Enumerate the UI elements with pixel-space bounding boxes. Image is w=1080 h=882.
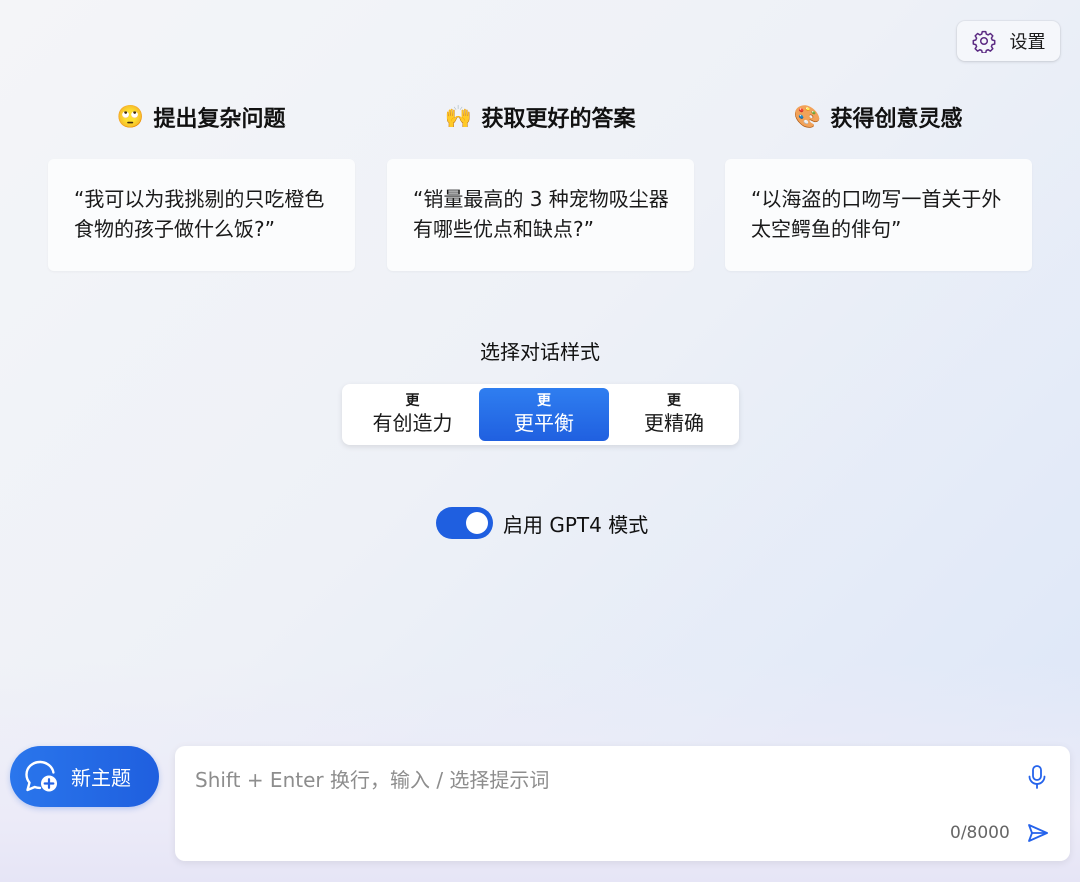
style-option-precise[interactable]: 更 更精确 <box>609 388 739 441</box>
settings-button[interactable]: 设置 <box>957 21 1060 61</box>
conversation-style-heading: 选择对话样式 <box>480 340 600 364</box>
conversation-style-selector: 更 有创造力 更 更平衡 更 更精确 <box>342 384 739 445</box>
char-count: 0/8000 <box>950 823 1010 843</box>
style-option-prefix: 更 <box>537 393 551 409</box>
style-option-prefix: 更 <box>667 393 681 409</box>
chat-add-icon <box>23 758 61 796</box>
prompt-card-pet-vacuum[interactable]: “销量最高的 3 种宠物吸尘器有哪些优点和缺点?” <box>387 159 694 271</box>
gpt4-mode-label: 启用 GPT4 模式 <box>503 512 649 537</box>
gpt4-mode-row: 启用 GPT4 模式 <box>436 507 648 539</box>
toggle-knob <box>466 512 488 534</box>
feature-title-complex-questions: 🙄 提出复杂问题 <box>48 100 355 134</box>
new-topic-button[interactable]: 新主题 <box>10 746 159 807</box>
gear-icon <box>972 29 996 53</box>
style-option-label: 有创造力 <box>372 411 453 435</box>
feature-title-better-answers: 🙌 获取更好的答案 <box>387 100 694 134</box>
chat-input-box: 0/8000 <box>175 746 1070 861</box>
settings-label: 设置 <box>1009 32 1046 53</box>
style-option-label: 更精确 <box>644 411 704 435</box>
artist-palette-icon: 🎨 <box>793 104 822 130</box>
microphone-icon[interactable] <box>1026 764 1048 790</box>
new-topic-label: 新主题 <box>71 766 131 790</box>
style-option-label: 更平衡 <box>514 411 574 435</box>
style-option-creative[interactable]: 更 有创造力 <box>346 388 479 441</box>
feature-title-label: 提出复杂问题 <box>153 107 286 132</box>
feature-title-creative-inspiration: 🎨 获得创意灵感 <box>725 100 1032 134</box>
gpt4-mode-toggle[interactable] <box>436 507 493 539</box>
prompt-card-pirate-haiku[interactable]: “以海盗的口吻写一首关于外太空鳄鱼的俳句” <box>725 159 1032 271</box>
raising-hands-icon: 🙌 <box>444 104 473 130</box>
feature-title-label: 获得创意灵感 <box>830 107 963 132</box>
style-option-prefix: 更 <box>405 393 420 409</box>
chat-input[interactable] <box>195 764 995 804</box>
face-with-rolling-eyes-icon: 🙄 <box>116 104 145 130</box>
prompt-card-orange-food[interactable]: “我可以为我挑剔的只吃橙色食物的孩子做什么饭?” <box>48 159 355 271</box>
style-option-balanced[interactable]: 更 更平衡 <box>479 388 609 441</box>
feature-title-label: 获取更好的答案 <box>481 107 636 132</box>
send-icon[interactable] <box>1026 821 1050 845</box>
